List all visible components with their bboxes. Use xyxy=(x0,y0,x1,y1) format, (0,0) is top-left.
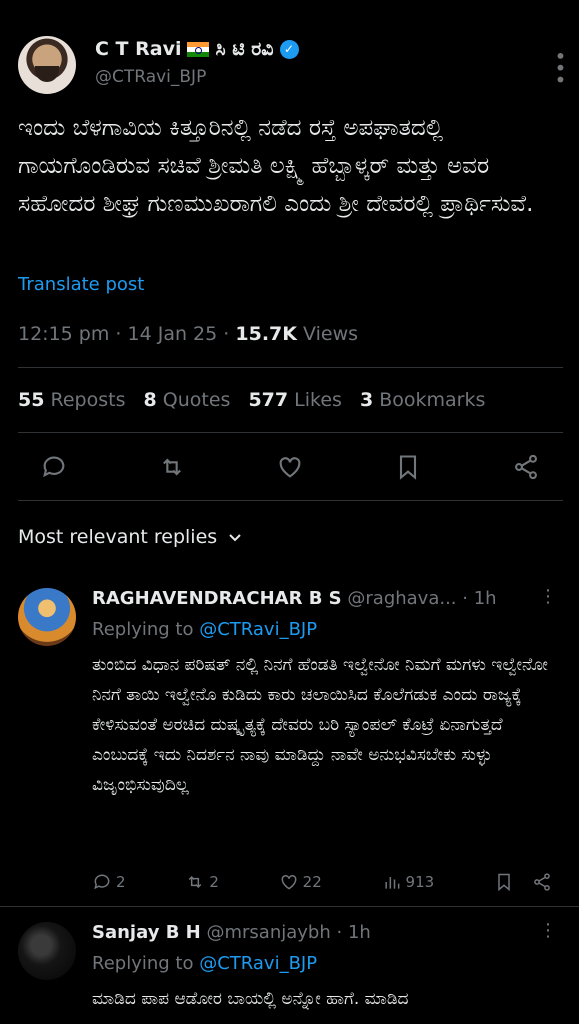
post-text: ಇಂದು ಬೆಳಗಾವಿಯ ಕಿತ್ತೂರಿನಲ್ಲಿ ನಡೆದ ರಸ್ತೆ ಅ… xyxy=(18,115,534,217)
reply-icon[interactable] xyxy=(40,453,68,481)
replying-to: Replying to @CTRavi_BJP xyxy=(92,953,318,974)
views-icon xyxy=(384,877,399,889)
post-date[interactable]: 14 Jan 25 xyxy=(128,323,218,345)
repost-icon[interactable] xyxy=(158,453,186,481)
repost-icon xyxy=(188,875,202,889)
post-stats: 55 Reposts 8 Quotes 577 Likes 3 Bookmark… xyxy=(18,389,485,411)
reply-icon xyxy=(94,874,110,890)
like-icon[interactable] xyxy=(276,453,304,481)
more-icon[interactable]: ⋮ xyxy=(539,920,557,941)
reply-author-handle[interactable]: @mrsanjaybh xyxy=(206,922,330,943)
reply-header: Sanjay B H @mrsanjaybh · 1h xyxy=(92,922,371,943)
likes-stat[interactable]: 577 Likes xyxy=(248,389,342,411)
more-icon[interactable]: ⋮ xyxy=(539,586,557,607)
sort-replies-button[interactable]: Most relevant replies xyxy=(18,526,243,548)
replying-to: Replying to @CTRavi_BJP xyxy=(92,619,318,640)
reply-action-bar: 2 2 22 913 xyxy=(92,870,552,894)
reply-age[interactable]: 1h xyxy=(348,922,371,943)
reply-author-name[interactable]: Sanjay B H xyxy=(92,922,201,943)
divider xyxy=(0,906,579,907)
more-icon[interactable]: ••• xyxy=(539,50,572,85)
reply-age[interactable]: 1h xyxy=(474,588,497,609)
share-icon[interactable] xyxy=(532,872,552,892)
reply-author-name[interactable]: RAGHAVENDRACHAR B S xyxy=(92,588,342,609)
reply-button[interactable]: 2 xyxy=(92,872,126,892)
quotes-stat[interactable]: 8 Quotes xyxy=(143,389,230,411)
repost-button[interactable]: 2 xyxy=(185,872,219,892)
post-meta: 12:15 pm · 14 Jan 25 · 15.7K Views xyxy=(18,323,359,345)
views-label: Views xyxy=(303,323,359,345)
reply-avatar[interactable] xyxy=(18,922,76,980)
author-name[interactable]: C T Ravi xyxy=(95,38,181,60)
post-action-bar xyxy=(40,450,540,484)
translate-post-link[interactable]: Translate post xyxy=(18,274,144,295)
views-button[interactable]: 913 xyxy=(382,872,434,892)
reply-text: ತುಂಬಿದ ವಿಧಾನ ಪರಿಷತ್ ನಲ್ಲಿ ನಿನಗೆ ಹೆಂಡತಿ ಇ… xyxy=(92,655,548,795)
author-avatar[interactable] xyxy=(18,36,76,94)
reply-avatar[interactable] xyxy=(18,588,76,646)
share-icon[interactable] xyxy=(512,453,540,481)
bookmark-icon[interactable] xyxy=(394,453,422,481)
replying-to-handle[interactable]: @CTRavi_BJP xyxy=(199,619,317,640)
chevron-down-icon xyxy=(229,534,241,542)
like-icon xyxy=(281,874,297,890)
author-name-line[interactable]: C T Ravi ಸಿ ಟಿ ರವಿ ✓ xyxy=(95,38,299,60)
replying-to-handle[interactable]: @CTRavi_BJP xyxy=(199,953,317,974)
post-time[interactable]: 12:15 pm xyxy=(18,323,109,345)
author-row: C T Ravi ಸಿ ಟಿ ರವಿ ✓ @CTRavi_BJP ••• xyxy=(18,36,572,96)
reposts-stat[interactable]: 55 Reposts xyxy=(18,389,125,411)
reply-text: ಮಾಡಿದ ಪಾಪ ಆಡೋರ ಬಾಯಲ್ಲಿ ಅನ್ನೋ ಹಾಗೆ. ಮಾಡಿದ xyxy=(92,989,409,1009)
sort-label: Most relevant replies xyxy=(18,526,218,548)
divider xyxy=(18,432,563,433)
views-count: 15.7K xyxy=(235,323,297,345)
divider xyxy=(18,367,563,368)
bookmark-icon[interactable] xyxy=(494,872,514,892)
author-handle[interactable]: @CTRavi_BJP xyxy=(95,67,206,87)
reply-author-handle[interactable]: @raghava... xyxy=(347,588,456,609)
bookmarks-stat[interactable]: 3 Bookmarks xyxy=(360,389,485,411)
verified-icon[interactable]: ✓ xyxy=(279,39,299,59)
author-name-local[interactable]: ಸಿ ಟಿ ರವಿ xyxy=(215,38,273,60)
india-flag-icon xyxy=(187,41,210,57)
like-button[interactable]: 22 xyxy=(279,872,322,892)
reply-header: RAGHAVENDRACHAR B S @raghava... · 1h xyxy=(92,588,497,609)
divider xyxy=(18,500,563,501)
